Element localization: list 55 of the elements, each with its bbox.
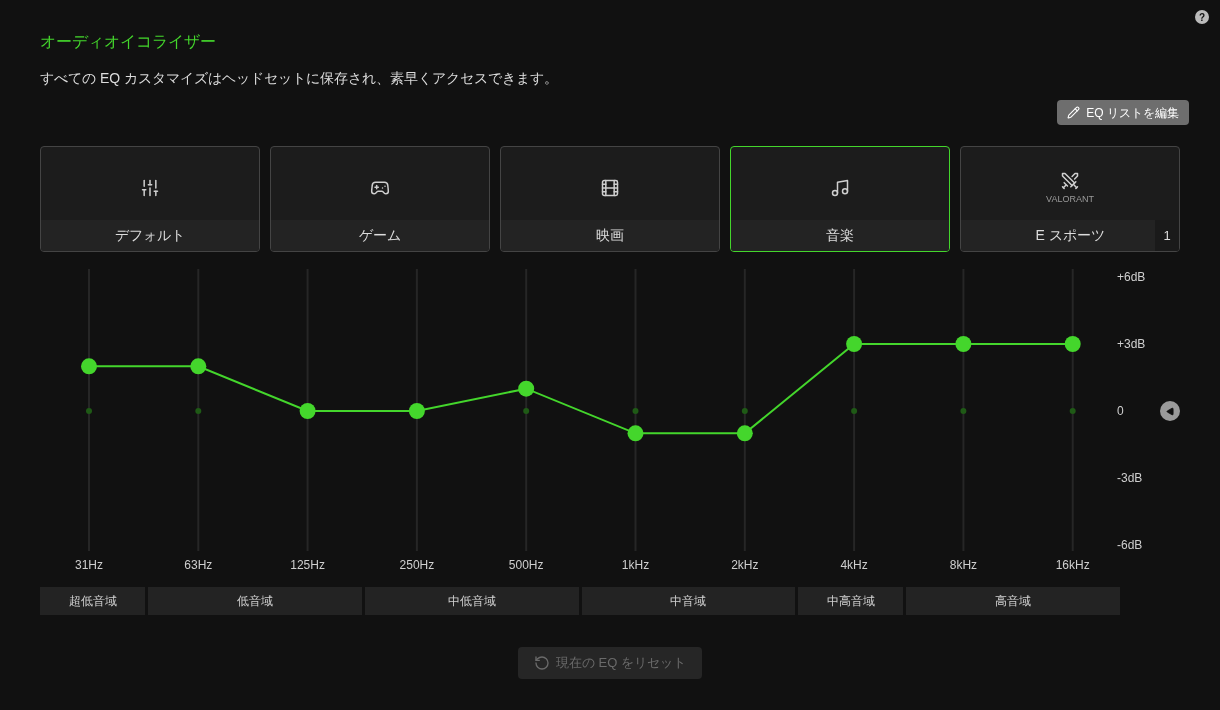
eq-band-handle[interactable] xyxy=(81,358,97,375)
eq-band-handle[interactable] xyxy=(846,336,863,352)
preset-card[interactable]: 映画 xyxy=(500,146,720,252)
frequency-range-label: 低音域 xyxy=(148,587,362,615)
eq-band-handle[interactable] xyxy=(190,358,207,375)
eq-band-handle[interactable] xyxy=(955,336,972,352)
preset-card[interactable]: デフォルト xyxy=(40,146,260,252)
preset-label: ゲーム xyxy=(359,226,401,245)
preset-label: 音楽 xyxy=(826,226,854,245)
preset-card[interactable]: 音楽 xyxy=(730,146,950,252)
music-note-icon xyxy=(830,177,850,198)
frequency-label: 63Hz xyxy=(184,558,213,572)
reset-icon xyxy=(534,655,550,671)
frequency-range-label: 高音域 xyxy=(906,587,1120,615)
preset-label: デフォルト xyxy=(115,226,185,245)
eq-band-handle[interactable] xyxy=(627,425,644,442)
game-logo-text: VALORANT xyxy=(1046,195,1094,204)
db-axis-label: +3dB xyxy=(1117,337,1146,351)
frequency-range-label: 中高音域 xyxy=(798,587,904,615)
film-icon xyxy=(600,177,620,198)
left-triangle-icon xyxy=(1165,406,1175,416)
edit-eq-list-button[interactable]: EQ リストを編集 xyxy=(1057,100,1189,125)
frequency-range-label: 中低音域 xyxy=(364,587,579,615)
crossed-swords-icon xyxy=(1060,171,1080,191)
frequency-label: 8kHz xyxy=(949,558,978,572)
eq-band-handle[interactable] xyxy=(408,403,425,419)
db-axis-label: -3dB xyxy=(1117,471,1143,485)
preset-label: 映画 xyxy=(596,226,624,245)
eq-band-handle[interactable] xyxy=(299,403,316,419)
preset-card[interactable]: VALORANT E スポーツ 1 xyxy=(960,146,1180,252)
frequency-label: 125Hz xyxy=(290,558,325,572)
frequency-label: 1kHz xyxy=(621,558,650,572)
eq-band-handle[interactable] xyxy=(1064,336,1081,352)
frequency-label: 2kHz xyxy=(731,558,759,572)
reset-zero-button[interactable] xyxy=(1160,401,1180,421)
page-title: オーディオイコライザー xyxy=(40,32,217,52)
frequency-label: 16kHz xyxy=(1055,558,1090,572)
frequency-label: 4kHz xyxy=(840,558,868,572)
preset-label: E スポーツ xyxy=(1035,226,1105,245)
description-text: すべての EQ カスタマイズはヘッドセットに保存され、素早くアクセスできます。 xyxy=(40,69,559,87)
db-axis-label: +6dB xyxy=(1117,270,1146,284)
frequency-label: 250Hz xyxy=(399,558,435,572)
help-icon[interactable]: ? xyxy=(1195,10,1209,24)
frequency-label: 500Hz xyxy=(508,558,544,572)
db-axis-label: 0 xyxy=(1117,404,1124,418)
frequency-range-label: 超低音域 xyxy=(40,587,146,615)
pencil-icon xyxy=(1067,106,1081,119)
sliders-icon xyxy=(140,177,160,198)
eq-band-handle[interactable] xyxy=(518,380,535,397)
frequency-label: 31Hz xyxy=(75,558,103,572)
count-badge: 1 xyxy=(1155,220,1179,251)
preset-card[interactable]: ゲーム xyxy=(270,146,490,252)
db-axis-label: -6dB xyxy=(1117,538,1143,552)
eq-band-handle[interactable] xyxy=(736,425,753,442)
frequency-range-label: 中音域 xyxy=(581,587,796,615)
